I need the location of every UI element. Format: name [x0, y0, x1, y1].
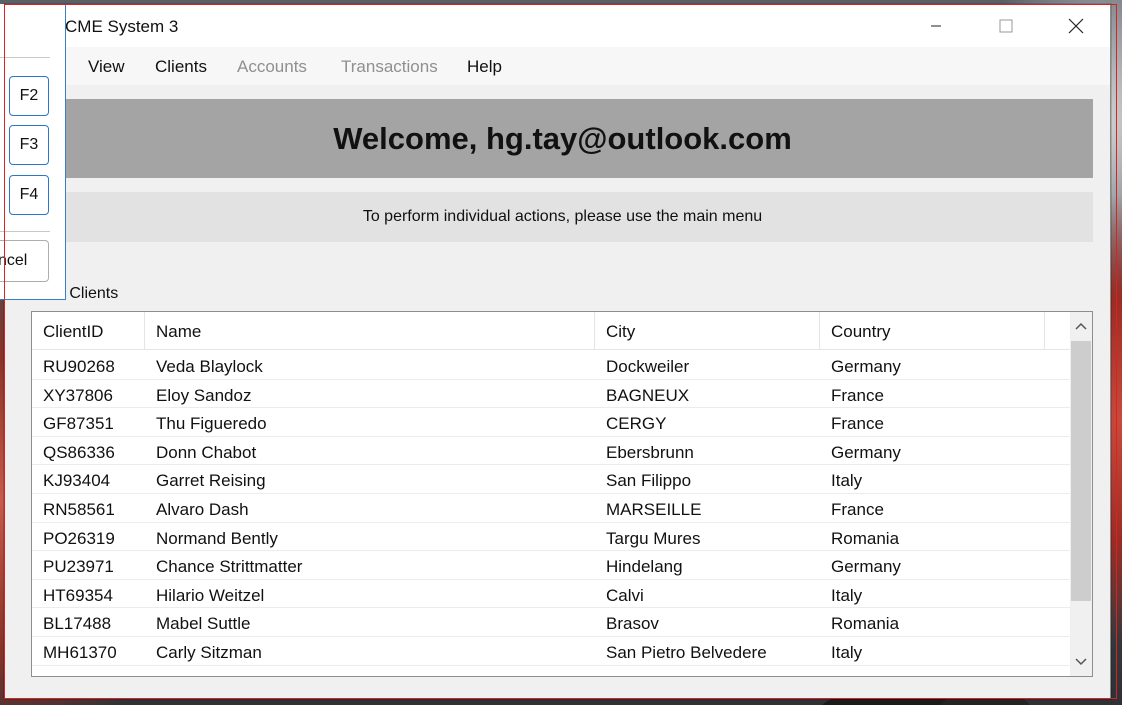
cell-city: Ebersbrunn — [606, 442, 694, 462]
welcome-banner: Welcome, hg.tay@outlook.com — [32, 99, 1093, 178]
minimize-icon — [931, 25, 941, 27]
cell-city: BAGNEUX — [606, 385, 690, 405]
table-row[interactable]: PO26319 Normand Bently Targu Mures Romania — [32, 523, 1070, 552]
menu-clients[interactable]: Clients — [155, 57, 207, 77]
cell-city: MARSEILLE — [606, 500, 702, 519]
menu-help[interactable]: Help — [467, 57, 502, 77]
cell-name: Hilario Weitzel — [156, 585, 265, 605]
info-text: To perform individual actions, please us… — [362, 208, 763, 225]
table-row[interactable]: QS86336 Donn Chabot Ebersbrunn Germany — [32, 437, 1070, 466]
title-bar: CME System 3 — [5, 5, 1110, 47]
cell-name: Chance Strittmatter — [156, 557, 303, 577]
cell-country: Romania — [831, 614, 900, 634]
cell-country: Germany — [831, 557, 901, 577]
clients-grid[interactable]: ClientID Name City Country RU90268 Veda B… — [31, 311, 1093, 677]
cell-country: France — [831, 385, 884, 405]
f4-button[interactable]: F4 — [9, 175, 49, 215]
close-icon — [1068, 18, 1084, 34]
scroll-up-button[interactable] — [1070, 315, 1092, 337]
cell-city: Targu Mures — [606, 528, 701, 548]
cell-city: Hindelang — [606, 557, 683, 577]
cell-name: Donn Chabot — [156, 442, 257, 462]
cell-clientid: QS86336 — [43, 442, 115, 462]
f2-button[interactable]: F2 — [9, 76, 49, 116]
column-header-clientid[interactable]: ClientID — [32, 312, 145, 350]
main-window: CME System 3 View Clients Accounts Trans… — [4, 4, 1111, 699]
cell-city: Calvi — [606, 585, 644, 605]
column-header-name[interactable]: Name — [145, 312, 595, 350]
menu-bar: View Clients Accounts Transactions Help — [5, 47, 1110, 85]
popup-separator — [0, 231, 50, 232]
maximize-icon — [999, 19, 1013, 33]
function-key-popup: F2 F3 F4 ncel — [0, 4, 66, 300]
cell-clientid: PO26319 — [43, 528, 115, 548]
cell-clientid: XY37806 — [43, 385, 113, 405]
cell-country: Italy — [831, 585, 863, 605]
table-row[interactable]: KJ93404 Garret Reising San Filippo Italy — [32, 465, 1070, 494]
cell-clientid: RU90268 — [43, 357, 115, 376]
cell-clientid: MH61370 — [43, 643, 117, 662]
table-row[interactable]: PU23971 Chance Strittmatter Hindelang Germa… — [32, 551, 1070, 580]
window-title: CME System 3 — [65, 17, 179, 36]
close-button[interactable] — [1041, 5, 1111, 47]
column-header-city[interactable]: City — [595, 312, 820, 350]
f3-button[interactable]: F3 — [9, 125, 49, 165]
table-row[interactable]: RN58561 Alvaro Dash MARSEILLE France — [32, 494, 1070, 523]
menu-view[interactable]: View — [88, 57, 125, 77]
cell-name: Garret Reising — [156, 471, 266, 491]
grid-header: ClientID Name City Country — [32, 312, 1070, 350]
cell-clientid: BL17488 — [43, 614, 112, 634]
table-row[interactable] — [32, 666, 1070, 676]
cell-name: Mabel Suttle — [156, 614, 251, 634]
cell-name: Normand Bently — [156, 528, 278, 548]
chevron-up-icon — [1075, 322, 1087, 330]
welcome-text: Welcome, hg.tay@outlook.com — [333, 120, 792, 156]
menu-accounts[interactable]: Accounts — [237, 57, 307, 77]
cell-country: Romania — [831, 528, 900, 548]
table-row[interactable]: MH61370 Carly Sitzman San Pietro Belvedere… — [32, 637, 1070, 666]
cell-city: CERGY — [606, 414, 667, 434]
cell-country: Italy — [831, 471, 863, 491]
cell-clientid: RN58561 — [43, 500, 115, 519]
cell-clientid: GF87351 — [43, 414, 114, 434]
column-header-country[interactable]: Country — [820, 312, 1045, 350]
cell-name: Thu Figueredo — [156, 414, 267, 434]
cell-clientid: HT69354 — [43, 585, 113, 605]
cell-city: San Filippo — [606, 471, 692, 491]
cell-name: Veda Blaylock — [156, 357, 263, 376]
scroll-down-button[interactable] — [1070, 651, 1092, 673]
cell-name: Carly Sitzman — [156, 643, 262, 662]
minimize-button[interactable] — [901, 5, 971, 47]
cell-country: France — [831, 500, 884, 519]
cell-city: Brasov — [606, 614, 659, 634]
cell-clientid: PU23971 — [43, 557, 114, 577]
cell-country: Germany — [831, 357, 901, 376]
cell-city: Dockweiler — [606, 357, 690, 376]
table-row[interactable]: HT69354 Hilario Weitzel Calvi Italy — [32, 580, 1070, 609]
table-row[interactable]: RU90268 Veda Blaylock Dockweiler Germany — [32, 351, 1070, 380]
popup-separator — [0, 57, 50, 58]
table-row[interactable]: GF87351 Thu Figueredo CERGY France — [32, 408, 1070, 437]
cancel-button[interactable]: ncel — [0, 240, 49, 282]
cell-clientid: KJ93404 — [43, 471, 111, 491]
cell-name: Eloy Sandoz — [156, 385, 252, 405]
cell-country: Germany — [831, 442, 901, 462]
vertical-scrollbar[interactable] — [1070, 312, 1092, 676]
cell-city: San Pietro Belvedere — [606, 643, 767, 662]
chevron-down-icon — [1075, 658, 1087, 666]
table-row[interactable]: XY37806 Eloy Sandoz BAGNEUX France — [32, 380, 1070, 409]
maximize-button[interactable] — [971, 5, 1041, 47]
cell-name: Alvaro Dash — [156, 500, 249, 519]
cancel-button-label: ncel — [0, 252, 28, 269]
info-bar: To perform individual actions, please us… — [32, 192, 1093, 242]
cell-country: France — [831, 414, 884, 434]
scroll-thumb[interactable] — [1071, 341, 1091, 601]
cell-country: Italy — [831, 643, 863, 662]
menu-transactions[interactable]: Transactions — [341, 57, 438, 77]
table-row[interactable]: BL17488 Mabel Suttle Brasov Romania — [32, 608, 1070, 637]
